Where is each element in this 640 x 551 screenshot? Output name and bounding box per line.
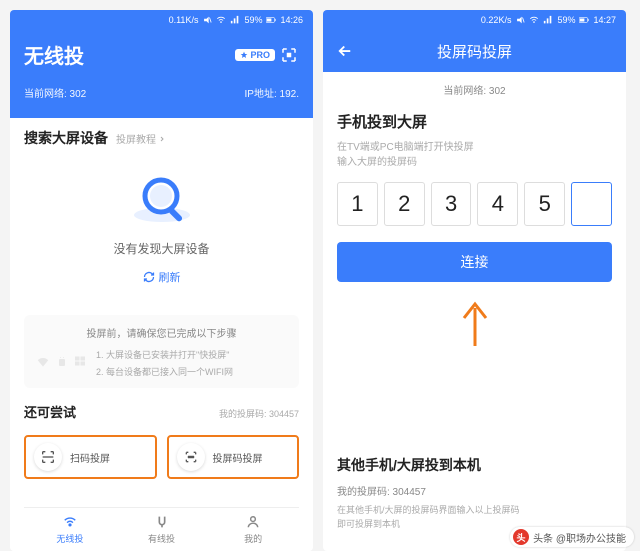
wifi-icon [529,15,539,25]
battery-icon [266,15,276,25]
header: 投屏码投屏 [323,30,626,72]
code-input-row: 1 2 3 4 5 [337,182,612,226]
wireless-nav-icon [61,514,79,530]
watermark-text: 头条 @职场办公技能 [533,530,626,545]
current-network: 当前网络: 302 [24,85,86,100]
code-cast-label: 投屏码投屏 [213,450,263,465]
tutorial-label: 投屏教程 [116,131,156,146]
person-nav-icon [244,514,262,530]
code-cast-chip[interactable]: 投屏码投屏 [167,435,300,479]
mute-icon [202,15,212,25]
steps-title: 投屏前，请确保您已完成以下步骤 [36,325,287,340]
qr-scan-icon [34,443,62,471]
step-2: 2. 每台设备都已接入同一个WIFI网 [96,365,233,378]
nav-mine-label: 我的 [244,532,262,545]
refresh-label: 刷新 [159,269,181,285]
bottom-nav: 无线投 有线投 我的 [24,507,299,551]
connect-button[interactable]: 连接 [337,242,612,282]
android-hint-icon [56,355,68,371]
scan-cast-chip[interactable]: 扫码投屏 [24,435,157,479]
code-cell-5[interactable]: 5 [524,182,565,226]
cast-hint-2: 输入大屏的投屏码 [337,155,612,170]
mute-icon [515,15,525,25]
clock: 14:27 [593,15,616,25]
pro-badge[interactable]: PRO [235,49,275,61]
nav-wireless-label: 无线投 [56,532,83,545]
scan-qr-icon[interactable] [279,45,299,65]
arrow-up-annotation [460,300,490,353]
net-speed: 0.11K/s [169,15,199,25]
tutorial-link[interactable]: 投屏教程 [116,131,166,146]
nav-wired[interactable]: 有线投 [116,508,208,551]
battery-pct: 59% [244,15,262,25]
no-device-text: 没有发现大屏设备 [113,240,209,257]
also-try-title: 还可尝试 [24,402,76,421]
search-devices-title: 搜索大屏设备 [24,128,108,148]
header: 无线投 PRO 当前网络: 302 IP地址: 192. [10,30,313,118]
code-cell-3[interactable]: 3 [431,182,472,226]
header-title: 投屏码投屏 [437,41,512,62]
phone-right: 0.22K/s 59% 14:27 投屏码投屏 当前网络: 302 手机投到大屏… [323,10,626,551]
current-network: 当前网络: 302 [323,72,626,111]
phone-left: 0.11K/s 59% 14:26 无线投 PRO [10,10,313,551]
my-cast-code: 我的投屏码: 304457 [337,483,612,498]
code-cell-4[interactable]: 4 [477,182,518,226]
battery-icon [579,15,589,25]
nav-wired-label: 有线投 [148,532,175,545]
battery-pct: 59% [557,15,575,25]
watermark: 头 头条 @职场办公技能 [510,527,634,547]
step-1: 1. 大屏设备已安装并打开"快投屏" [96,348,233,361]
nav-wireless[interactable]: 无线投 [24,508,116,551]
status-bar: 0.22K/s 59% 14:27 [323,10,626,30]
signal-icon [230,15,240,25]
status-bar: 0.11K/s 59% 14:26 [10,10,313,30]
refresh-button[interactable]: 刷新 [143,269,181,285]
cast-hint-1: 在TV端或PC电脑端打开快投屏 [337,140,612,155]
other-hint-1: 在其他手机/大屏的投屏码界面输入以上投屏码 [337,504,612,518]
clock: 14:26 [280,15,303,25]
back-button[interactable] [335,41,355,61]
ip-address: IP地址: 192. [245,85,299,100]
connect-label: 连接 [461,252,489,272]
scan-cast-label: 扫码投屏 [70,450,110,465]
code-icon [177,443,205,471]
nav-mine[interactable]: 我的 [207,508,299,551]
wired-nav-icon [153,514,171,530]
toutiao-logo-icon: 头 [513,529,529,545]
page-title: 无线投 [24,40,84,69]
cast-to-screen-title: 手机投到大屏 [337,111,612,132]
other-cast-title: 其他手机/大屏投到本机 [337,455,612,475]
magnifier-icon [127,170,197,230]
net-speed: 0.22K/s [481,15,512,25]
code-cell-2[interactable]: 2 [384,182,425,226]
wifi-icon [216,15,226,25]
my-cast-code: 我的投屏码: 304457 [219,407,299,420]
steps-box: 投屏前，请确保您已完成以下步骤 1. 大屏设备已安装并打开"快投屏" 2. 每台… [24,315,299,388]
code-cell-1[interactable]: 1 [337,182,378,226]
pro-label: PRO [250,50,270,60]
wifi-hint-icon [36,355,50,371]
windows-hint-icon [74,355,86,371]
signal-icon [543,15,553,25]
code-cell-6[interactable] [571,182,612,226]
